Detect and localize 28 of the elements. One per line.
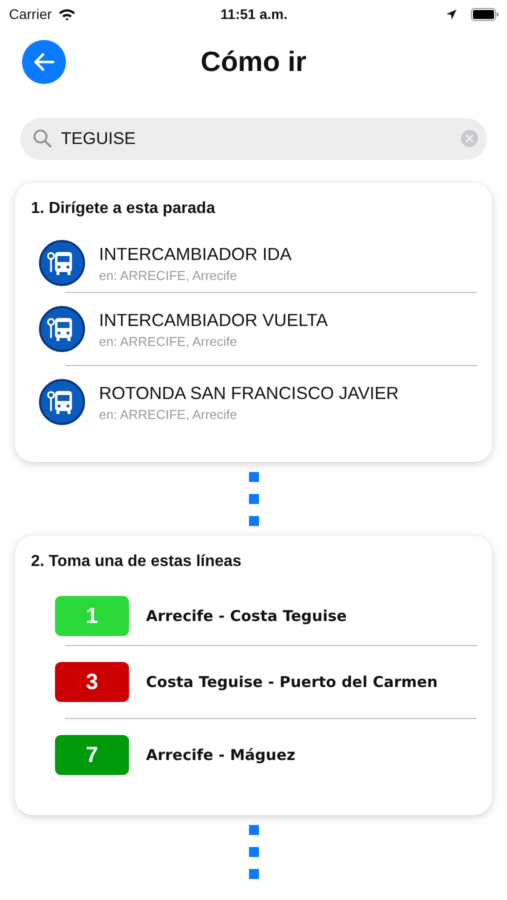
stop-location: en: ARRECIFE, Arrecife [99, 334, 238, 348]
back-arrow-icon [33, 52, 55, 72]
step-title: 2. Toma una de estas líneas [31, 553, 242, 571]
line-route[interactable]: Costa Teguise - Puerto del Carmen [146, 673, 438, 691]
line-number-badge[interactable]: 3 [55, 662, 129, 702]
back-button[interactable] [22, 40, 66, 84]
wifi-icon [58, 8, 76, 20]
stop-name[interactable]: ROTONDA SAN FRANCISCO JAVIER [99, 382, 399, 404]
battery-icon [471, 8, 499, 20]
page-title: Cómo ir [200, 46, 306, 78]
line-route[interactable]: Arrecife - Máguez [146, 746, 296, 764]
bus-stop-icon [39, 240, 85, 286]
dotted-connector [248, 825, 258, 881]
step-title: 1. Dirígete a esta parada [31, 200, 216, 218]
location-arrow-icon [446, 8, 457, 20]
carrier-label: Carrier [9, 6, 52, 22]
dotted-connector [248, 472, 258, 528]
line-route[interactable]: Arrecife - Costa Teguise [146, 607, 347, 625]
clock: 11:51 a.m. [220, 6, 288, 22]
line-number-badge[interactable]: 7 [55, 735, 129, 775]
stop-location: en: ARRECIFE, Arrecife [99, 268, 238, 282]
stop-location: en: ARRECIFE, Arrecife [99, 406, 238, 422]
stop-name[interactable]: INTERCAMBIADOR IDA [99, 244, 292, 264]
search-icon [33, 129, 52, 148]
bus-stop-icon [39, 306, 85, 352]
stop-name[interactable]: INTERCAMBIADOR VUELTA [99, 310, 328, 330]
bus-stop-icon [39, 379, 85, 425]
search-field[interactable]: TEGUISE [20, 118, 487, 160]
